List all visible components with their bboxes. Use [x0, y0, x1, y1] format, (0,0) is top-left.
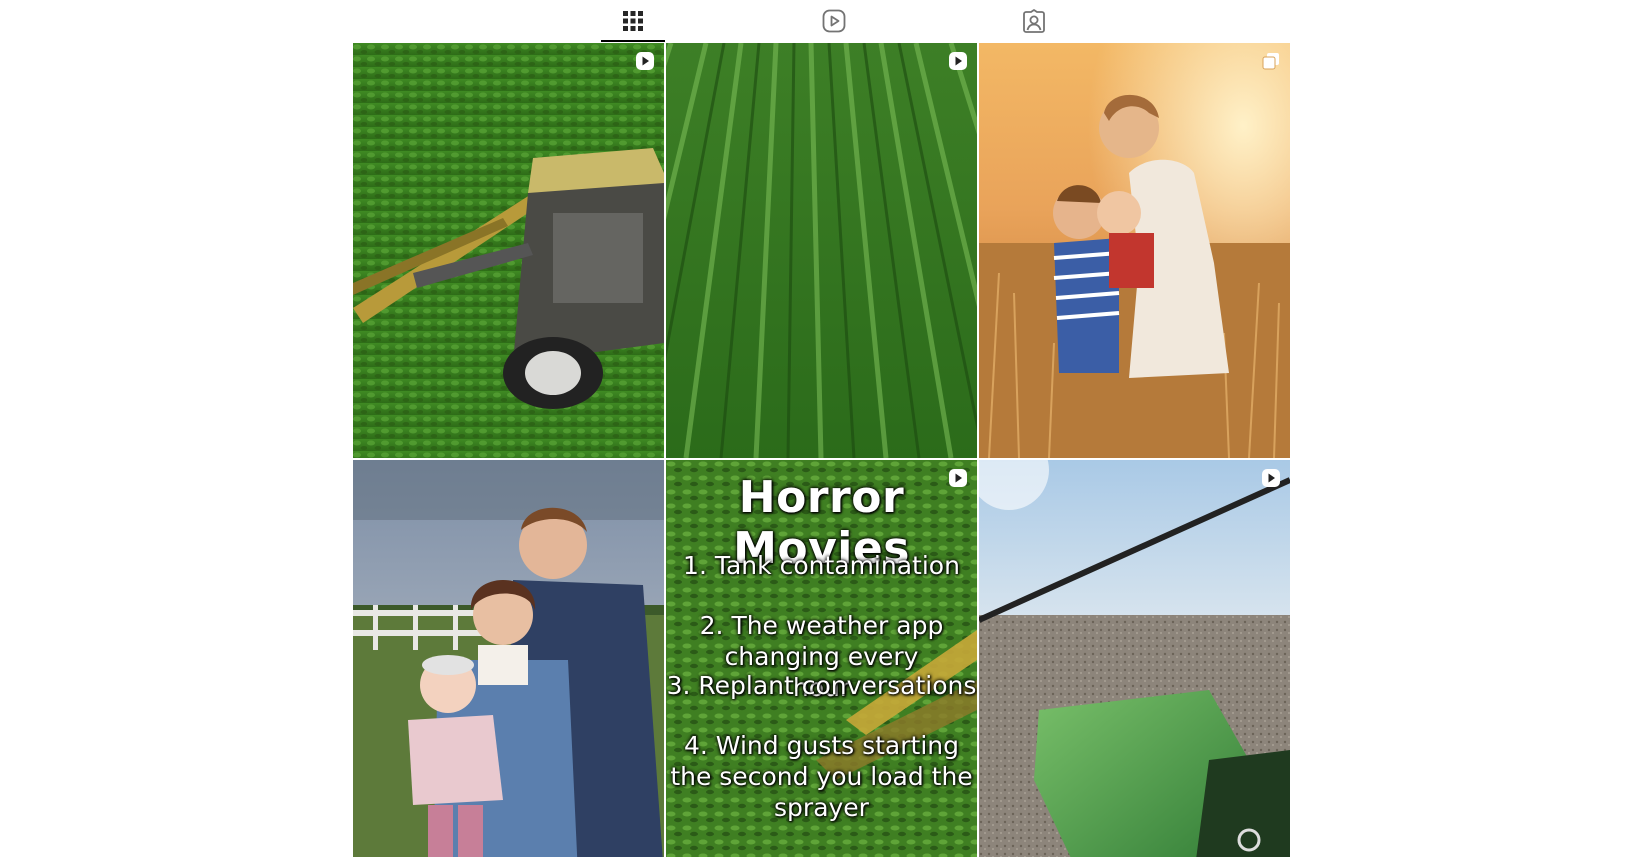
reel-badge-icon: [636, 52, 654, 70]
tab-reels[interactable]: [802, 0, 866, 42]
tagged-icon: [1023, 9, 1045, 33]
post-tile[interactable]: [979, 460, 1290, 857]
tab-tagged[interactable]: [1002, 0, 1066, 42]
grid-icon: [623, 11, 643, 31]
post-image-mother-children: [979, 43, 1290, 458]
post-image-sprayer: [353, 43, 664, 458]
overlay-line: 1. Tank contamination: [683, 551, 960, 580]
overlay-line: 3. Replant conversations: [666, 671, 977, 700]
post-tile[interactable]: [353, 460, 664, 857]
profile-tabs: [0, 0, 1652, 43]
post-tile[interactable]: [979, 43, 1290, 458]
carousel-badge-icon: [1262, 53, 1279, 70]
post-image-tractor-hood: [979, 460, 1290, 857]
tab-posts[interactable]: [601, 0, 665, 42]
post-image-family-portrait: [353, 460, 664, 857]
reels-icon: [822, 9, 846, 33]
post-tile[interactable]: Horror Movies 1. Tank contamination 2. T…: [666, 460, 977, 857]
post-tile[interactable]: [666, 43, 977, 458]
post-image-cornfield: [666, 43, 977, 458]
reel-badge-icon: [949, 469, 967, 487]
post-tile[interactable]: [353, 43, 664, 458]
reel-badge-icon: [949, 52, 967, 70]
overlay-line: 4. Wind gusts starting the second you lo…: [670, 731, 973, 822]
reel-badge-icon: [1262, 469, 1280, 487]
posts-grid: Horror Movies 1. Tank contamination 2. T…: [353, 43, 1290, 857]
